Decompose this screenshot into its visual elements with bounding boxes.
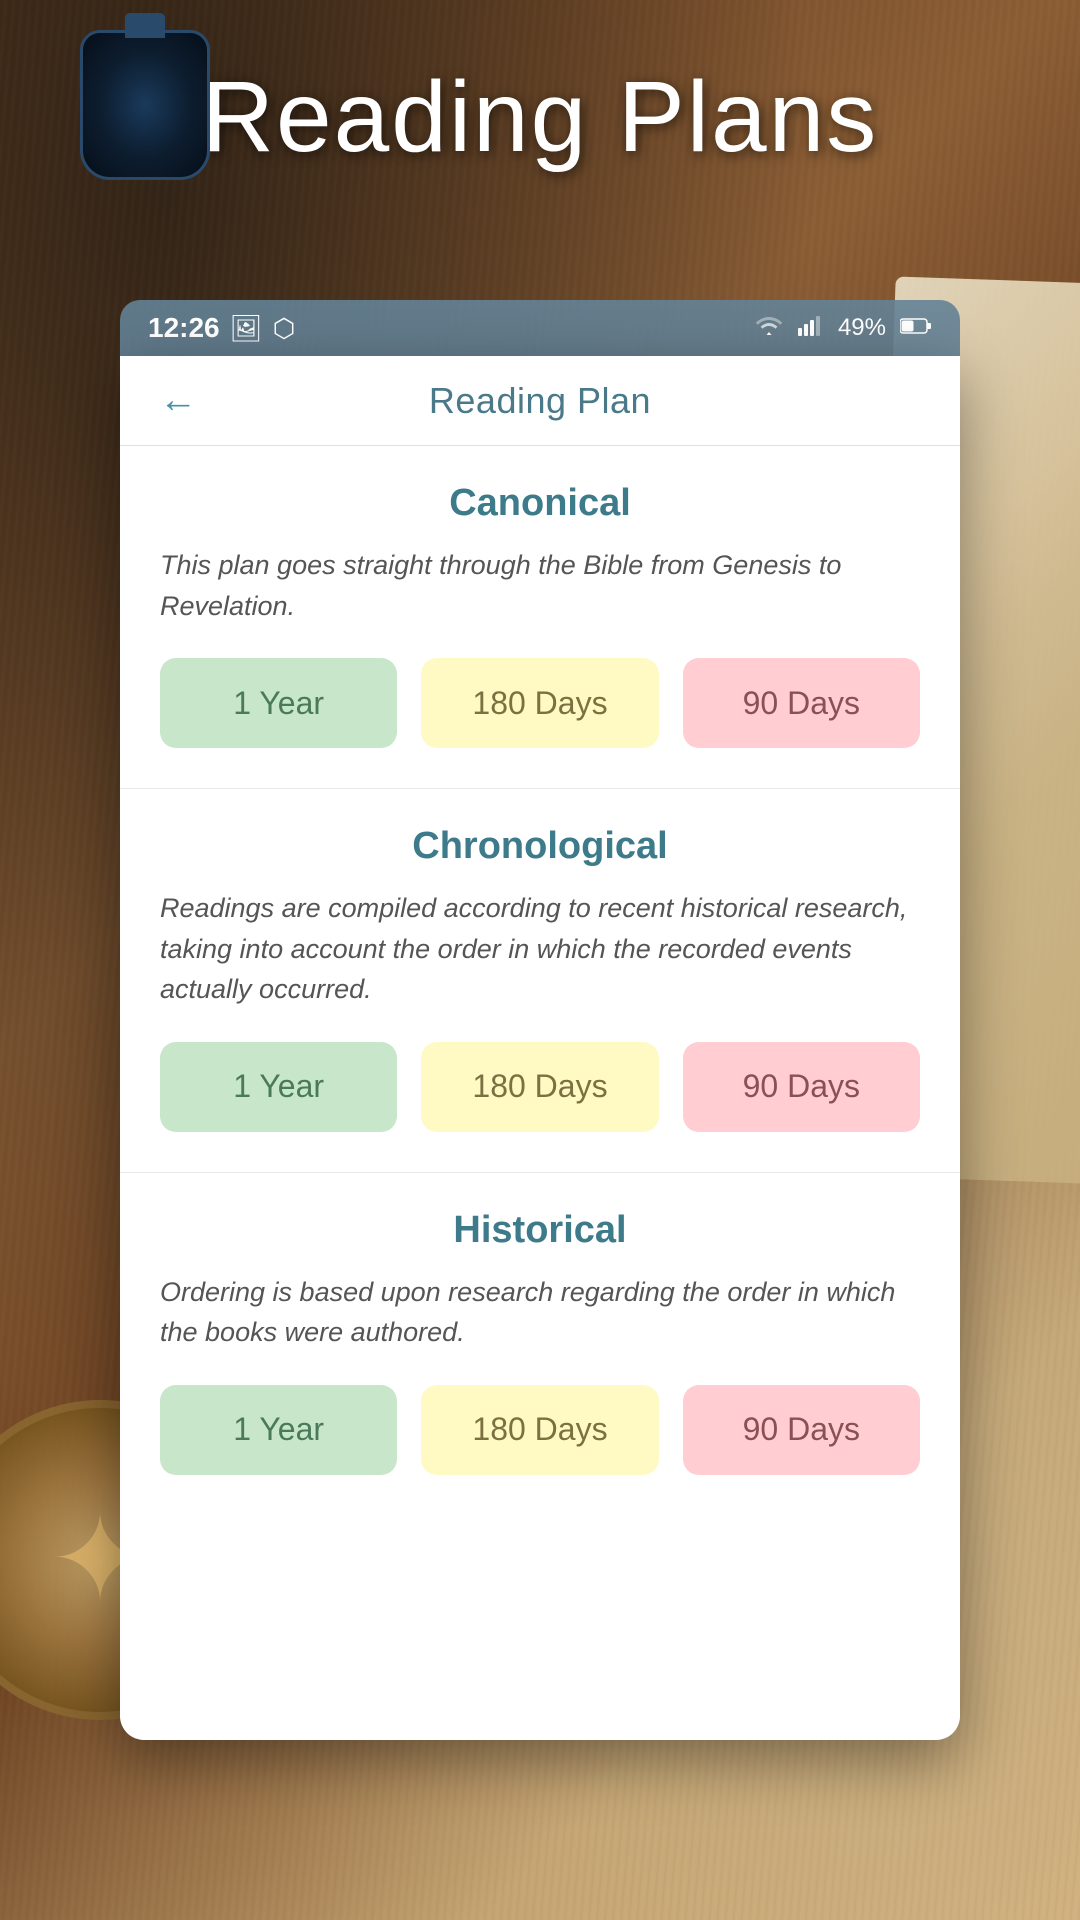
battery-icon bbox=[900, 314, 932, 342]
canonical-description: This plan goes straight through the Bibl… bbox=[160, 545, 920, 626]
signal-icon bbox=[798, 314, 824, 343]
chronological-1year-button[interactable]: 1 Year bbox=[160, 1042, 397, 1132]
chronological-90days-button[interactable]: 90 Days bbox=[683, 1042, 920, 1132]
historical-title: Historical bbox=[160, 1209, 920, 1252]
battery-label: 49% bbox=[838, 314, 886, 342]
bluetooth-icon: ⬡ bbox=[273, 313, 296, 344]
content-area[interactable]: Canonical This plan goes straight throug… bbox=[120, 446, 960, 1740]
wifi-icon bbox=[754, 314, 784, 343]
back-button[interactable]: ← bbox=[152, 375, 204, 427]
canonical-180days-button[interactable]: 180 Days bbox=[421, 658, 658, 748]
app-card: ← Reading Plan Canonical This plan goes … bbox=[120, 356, 960, 1740]
canonical-1year-button[interactable]: 1 Year bbox=[160, 658, 397, 748]
historical-1year-button[interactable]: 1 Year bbox=[160, 1385, 397, 1475]
app-header-title: Reading Plan bbox=[429, 380, 651, 422]
ink-bottle-decoration bbox=[80, 30, 210, 180]
historical-section: Historical Ordering is based upon resear… bbox=[120, 1173, 960, 1515]
chronological-section: Chronological Readings are compiled acco… bbox=[120, 789, 960, 1173]
historical-description: Ordering is based upon research regardin… bbox=[160, 1272, 920, 1353]
canonical-title: Canonical bbox=[160, 482, 920, 525]
historical-90days-button[interactable]: 90 Days bbox=[683, 1385, 920, 1475]
chronological-180days-button[interactable]: 180 Days bbox=[421, 1042, 658, 1132]
status-left: 12:26 🖼 ⬡ bbox=[148, 312, 295, 344]
historical-btn-row: 1 Year 180 Days 90 Days bbox=[160, 1385, 920, 1475]
photo-icon: 🖼 bbox=[230, 313, 263, 344]
back-arrow-icon: ← bbox=[159, 379, 197, 422]
chronological-description: Readings are compiled according to recen… bbox=[160, 888, 920, 1010]
chronological-title: Chronological bbox=[160, 825, 920, 868]
chronological-btn-row: 1 Year 180 Days 90 Days bbox=[160, 1042, 920, 1132]
status-bar: 12:26 🖼 ⬡ 49% bbox=[120, 300, 960, 356]
canonical-90days-button[interactable]: 90 Days bbox=[683, 658, 920, 748]
canonical-section: Canonical This plan goes straight throug… bbox=[120, 446, 960, 789]
historical-180days-button[interactable]: 180 Days bbox=[421, 1385, 658, 1475]
app-header: ← Reading Plan bbox=[120, 356, 960, 446]
canonical-btn-row: 1 Year 180 Days 90 Days bbox=[160, 658, 920, 748]
status-right: 49% bbox=[754, 314, 932, 343]
status-time: 12:26 bbox=[148, 312, 220, 344]
